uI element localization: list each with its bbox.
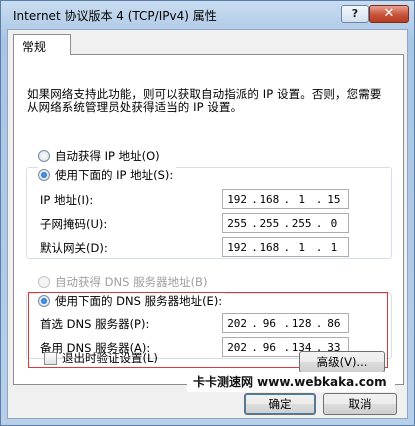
validate-on-exit-checkbox[interactable] [44, 351, 57, 365]
auto-dns-label: 自动获得 DNS 服务器地址(B) [55, 275, 208, 289]
gateway-label: 默认网关(D): [40, 241, 108, 255]
title-bar: Internet 协议版本 4 (TCP/IPv4) 属性 ? ✕ [1, 1, 414, 29]
ip-address-row: IP 地址(I): 192. 168. 1. 15 [27, 189, 391, 211]
manual-ip-label: 使用下面的 IP 地址(S): [55, 168, 174, 182]
description-text: 如果网络支持此功能，则可以获取自动指派的 IP 设置。否则，您需要从网络系统管理… [27, 87, 382, 114]
ip-group: 使用下面的 IP 地址(S): IP 地址(I): 192. 168. 1. 1… [26, 167, 392, 259]
validate-on-exit-option[interactable]: 退出时验证设置(L) [44, 350, 158, 366]
ok-button[interactable]: 确定 [244, 393, 316, 415]
validate-on-exit-label: 退出时验证设置(L) [62, 351, 158, 365]
window-title: Internet 协议版本 4 (TCP/IPv4) 属性 [13, 9, 217, 23]
manual-ip-option[interactable]: 使用下面的 IP 地址(S): [38, 167, 177, 183]
ip-octet[interactable]: 255 [223, 217, 251, 230]
auto-dns-option[interactable]: 自动获得 DNS 服务器地址(B) [38, 274, 207, 290]
cancel-button[interactable]: 取消 [323, 393, 397, 415]
help-button[interactable]: ? [341, 5, 369, 23]
advanced-button[interactable]: 高级(V)... [299, 351, 385, 373]
ip-address-label: IP 地址(I): [40, 193, 94, 207]
ip-octet[interactable]: 168 [255, 241, 283, 254]
subnet-mask-label: 子网掩码(U): [40, 217, 108, 231]
auto-dns-radio[interactable] [38, 276, 50, 288]
ip-octet[interactable]: 1 [288, 193, 316, 206]
ip-octet[interactable]: 168 [255, 193, 283, 206]
ip-address-input[interactable]: 192. 168. 1. 15 [222, 189, 349, 209]
gateway-row: 默认网关(D): 192. 168. 1. 1 [27, 237, 391, 259]
ip-octet[interactable]: 192 [223, 193, 251, 206]
ip-octet[interactable]: 1 [288, 241, 316, 254]
dialog-client: 常规 如果网络支持此功能，则可以获取自动指派的 IP 设置。否则，您需要从网络系… [7, 29, 408, 419]
auto-ip-radio[interactable] [38, 150, 50, 162]
dialog-window: Internet 协议版本 4 (TCP/IPv4) 属性 ? ✕ 常规 如果网… [0, 0, 415, 426]
manual-ip-radio[interactable] [38, 169, 50, 181]
ip-octet[interactable]: 255 [255, 217, 283, 230]
ip-octet[interactable]: 192 [223, 241, 251, 254]
tab-general[interactable]: 常规 [13, 34, 71, 55]
close-button[interactable]: ✕ [369, 5, 409, 23]
ip-octet[interactable]: 15 [320, 193, 348, 206]
auto-ip-option[interactable]: 自动获得 IP 地址(O) [38, 148, 160, 164]
subnet-mask-row: 子网掩码(U): 255. 255. 255. 0 [27, 213, 391, 235]
watermark-text: 卡卡测速网 www.webkaka.com [187, 372, 395, 392]
subnet-mask-input[interactable]: 255. 255. 255. 0 [222, 213, 349, 233]
ip-octet[interactable]: 255 [288, 217, 316, 230]
ip-octet[interactable]: 0 [320, 217, 348, 230]
auto-ip-label: 自动获得 IP 地址(O) [55, 149, 160, 163]
gateway-input[interactable]: 192. 168. 1. 1 [222, 237, 349, 257]
ip-octet[interactable]: 1 [320, 241, 348, 254]
